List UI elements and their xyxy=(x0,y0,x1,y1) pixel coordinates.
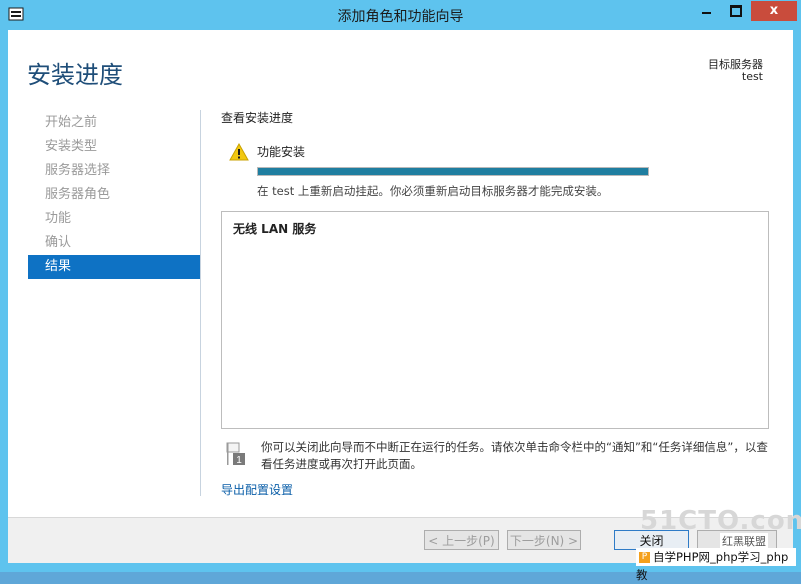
svg-text:1: 1 xyxy=(236,455,242,466)
result-item: 无线 LAN 服务 xyxy=(233,222,317,236)
wizard-body: 安装进度 目标服务器 test 开始之前 安装类型 服务器选择 服务器角色 功能… xyxy=(8,30,793,563)
watermark-51cto: 51CTO.com xyxy=(640,506,801,536)
window-title: 添加角色和功能向导 xyxy=(337,9,464,25)
wizard-steps-nav: 开始之前 安装类型 服务器选择 服务器角色 功能 确认 结果 xyxy=(28,111,200,279)
watermark-hongheilianmeng: 红黑联盟 xyxy=(720,533,768,549)
nav-divider xyxy=(200,110,201,496)
minimize-icon xyxy=(702,11,711,14)
wizard-window: 添加角色和功能向导 x 安装进度 目标服务器 test 开始之前 安装类型 服务… xyxy=(0,0,801,582)
banner-text: 自学PHP网_php学习_php教 xyxy=(636,550,789,582)
nav-item-confirmation[interactable]: 确认 xyxy=(28,231,200,255)
progress-fill xyxy=(258,168,648,175)
maximize-button[interactable] xyxy=(722,1,749,21)
site-banner: P 自学PHP网_php学习_php教 xyxy=(636,548,796,582)
page-title: 安装进度 xyxy=(27,61,123,89)
warning-icon xyxy=(229,143,249,161)
section-heading: 查看安装进度 xyxy=(221,111,294,125)
nav-item-server-selection[interactable]: 服务器选择 xyxy=(28,159,200,183)
nav-item-results[interactable]: 结果 xyxy=(28,255,200,279)
installation-progress-bar xyxy=(257,167,649,176)
export-configuration-link[interactable]: 导出配置设置 xyxy=(221,481,293,498)
restart-pending-message: 在 test 上重新启动挂起。你必须重新启动目标服务器才能完成安装。 xyxy=(257,184,609,198)
close-window-button[interactable]: x xyxy=(751,1,797,21)
close-wizard-note: 你可以关闭此向导而不中断正在运行的任务。请依次单击命令栏中的“通知”和“任务详细… xyxy=(261,440,768,471)
maximize-icon xyxy=(729,4,742,17)
title-bar[interactable]: 添加角色和功能向导 x xyxy=(0,0,801,30)
next-button[interactable]: 下一步(N) > xyxy=(507,530,581,550)
minimize-button[interactable] xyxy=(693,1,720,21)
nav-item-installation-type[interactable]: 安装类型 xyxy=(28,135,200,159)
destination-server-name: test xyxy=(741,70,763,83)
php-site-icon: P xyxy=(639,552,650,563)
nav-item-before-you-begin[interactable]: 开始之前 xyxy=(28,111,200,135)
task-flag-icon: 1 xyxy=(226,442,245,466)
results-list[interactable]: 无线 LAN 服务 xyxy=(221,211,769,429)
nav-item-server-roles[interactable]: 服务器角色 xyxy=(28,183,200,207)
nav-item-features[interactable]: 功能 xyxy=(28,207,200,231)
previous-button[interactable]: < 上一步(P) xyxy=(424,530,499,550)
feature-installation-label: 功能安装 xyxy=(257,145,306,159)
close-icon: x xyxy=(769,3,779,18)
